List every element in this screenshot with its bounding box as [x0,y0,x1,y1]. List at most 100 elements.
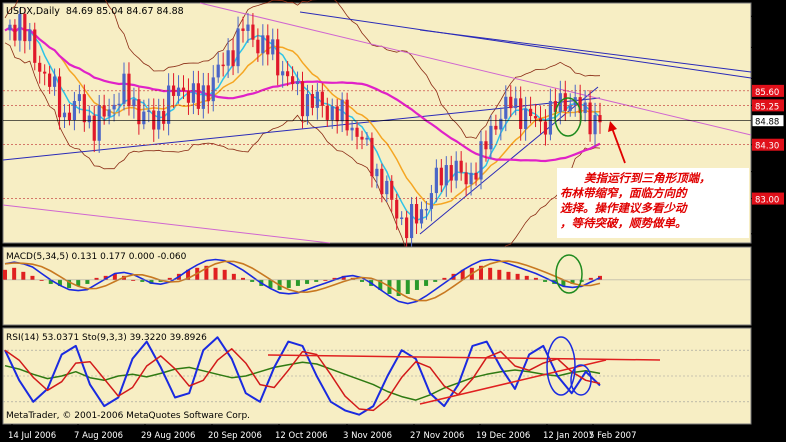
candle-body [102,105,106,117]
candle-body [276,39,280,76]
candle-body [454,160,458,181]
macd-histogram-bar [405,279,410,294]
candle-body [434,167,438,194]
macd-histogram-bar [222,269,227,280]
macd-panel: MACD(5,34,5) 0.131 0.177 0.000 -0.060 1.… [2,246,783,326]
candle-body [345,99,349,131]
candle-body [489,125,493,150]
price-tick-label: 86.65 [756,43,780,53]
candle-body [360,136,364,140]
candle-body [157,110,161,130]
macd-histogram-bar [3,269,7,280]
macd-axis: 1.038 0.00 -1.943 [756,255,783,325]
main-price-axis: 87.40 86.65 85.90 85.25 84.30 83.65 83.00 82.15… [751,12,785,240]
candle-body [588,102,592,135]
candle-body [533,116,538,119]
copyright-text: MetaTrader, © 2001-2006 MetaQuotes Softw… [6,411,250,421]
candle-body [122,73,126,104]
candle-body [543,121,548,135]
candle-body [246,24,250,31]
candle-body [395,199,399,219]
candle-body [330,106,334,120]
macd-histogram-bar [424,279,429,286]
macd-tick-label: 0.00 [756,276,775,286]
annotation-line-1: 美指运行到三角形顶端， [584,171,711,185]
candle-body [409,204,414,239]
candle-body [281,71,285,76]
candle-body [509,96,513,109]
macd-histogram-bar [295,279,300,286]
macd-histogram-bar [442,277,447,280]
price-tick-label: 87.40 [756,12,780,22]
price-level-label: 85.25 [755,102,779,112]
candle-body [528,108,533,117]
candle-body [77,94,81,101]
macd-histogram-bar [241,277,245,280]
candle-body [380,168,384,195]
candle-body [176,87,181,96]
candle-body [82,94,86,123]
candle-body [350,127,354,131]
candle-body [524,108,528,129]
candle-body [67,112,72,121]
candle-body [340,99,344,122]
macd-histogram-bar [360,279,364,282]
candle-body [147,110,151,112]
candle-body [87,115,91,123]
time-tick-label: 29 Aug 2006 [141,431,195,441]
candle-body [52,76,57,87]
candle-body [43,71,47,74]
macd-title: MACD(5,34,5) 0.131 0.177 0.000 -0.060 [6,252,187,262]
candle-body [256,39,260,54]
candle-body [514,98,518,109]
macd-histogram-bar [94,277,99,280]
oscillator-tick-label: 50 [756,372,767,382]
candle-body [28,29,32,42]
candle-body [439,167,443,186]
candle-body [221,64,225,67]
oscillator-tick-label: 0 [756,415,761,425]
candle-body [568,105,572,111]
candle-body [92,115,96,141]
oscillator-tick-label: 80 [756,346,767,356]
candle-body [62,112,67,118]
candle-body [117,103,121,106]
candle-body [385,180,389,195]
candle-body [335,106,339,122]
candle-body [390,180,394,200]
candle-body [271,39,275,55]
macd-histogram-bar [515,273,520,280]
candle-body [419,209,424,224]
candle-body [241,28,245,31]
candle-body [191,83,196,103]
candle-body [57,76,62,118]
price-tick-label: 85.90 [756,74,780,84]
candle-body [484,141,488,150]
candle-body [186,90,191,103]
candle-body [365,137,369,140]
candle-body [519,98,523,129]
candle-body [548,101,553,135]
oscillator-tick-label: 20 [756,398,767,408]
macd-histogram-bar [533,277,538,280]
oscillator-title: RSI(14) 53.0371 Sto(9,3,3) 39.3220 39.89… [6,333,207,343]
annotation-line-3: 选择。操作建议多看少动 [560,201,688,215]
time-tick-label: 27 Nov 2006 [410,431,464,441]
time-tick-label: 14 Jul 2006 [8,431,56,441]
macd-histogram-bar [414,279,419,290]
candle-body [162,110,166,124]
time-tick-label: 19 Dec 2006 [476,431,530,441]
candle-body [206,85,210,102]
candle-body [583,102,587,114]
macd-histogram-bar [433,279,438,282]
main-title: USDX,Daily 84.69 85.04 84.67 84.88 [6,6,184,17]
price-level-label: 85.60 [755,88,779,98]
macd-histogram-bar [588,277,593,280]
candle-body [593,115,597,135]
macd-histogram-bar [213,267,218,280]
macd-histogram-bar [167,277,172,280]
macd-histogram-bar [543,279,548,282]
candle-body [400,217,404,219]
candle-body [107,109,111,117]
candle-body [127,73,131,107]
